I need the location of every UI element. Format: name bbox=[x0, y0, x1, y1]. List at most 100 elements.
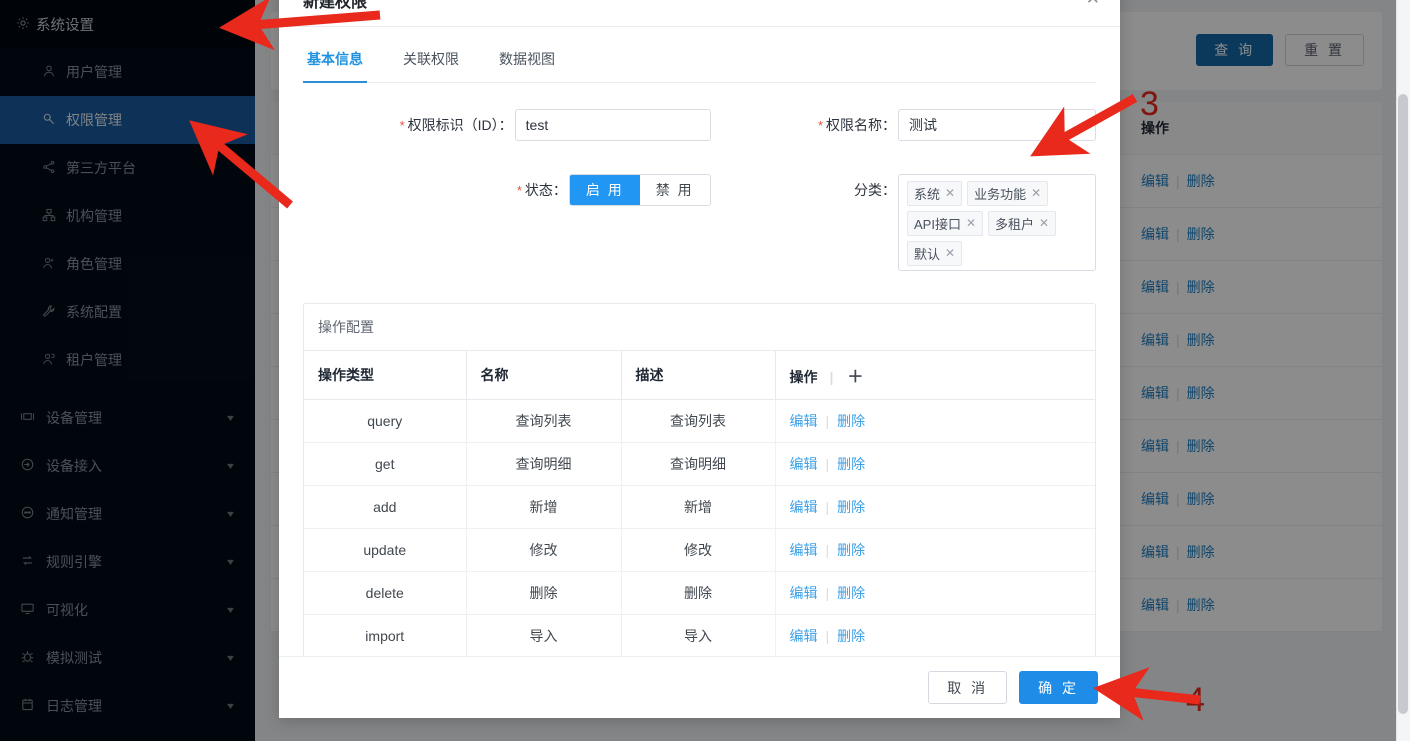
cell-actions: 编辑 | 删除 bbox=[775, 485, 1095, 528]
permission-id-input[interactable] bbox=[515, 109, 711, 141]
close-icon[interactable]: ✕ bbox=[1086, 0, 1100, 7]
cell-description: 查询明细 bbox=[621, 442, 775, 485]
status-label-text: 状态： bbox=[525, 182, 567, 198]
category-tag[interactable]: 默认 ✕ bbox=[907, 241, 962, 266]
row-edit-link[interactable]: 编辑 bbox=[790, 542, 818, 558]
cell-name: 修改 bbox=[466, 528, 621, 571]
permission-name-label: *权限名称： bbox=[818, 109, 896, 142]
row-action-separator: | bbox=[826, 628, 830, 644]
row-action-separator: | bbox=[826, 499, 830, 515]
tag-remove-icon[interactable]: ✕ bbox=[945, 246, 955, 260]
tab-data-view[interactable]: 数据视图 bbox=[495, 41, 559, 83]
page-scrollbar-thumb[interactable] bbox=[1398, 94, 1408, 714]
row-edit-link[interactable]: 编辑 bbox=[790, 628, 818, 644]
cell-description: 删除 bbox=[621, 571, 775, 614]
status-segmented-control: 启 用 禁 用 bbox=[569, 174, 711, 206]
row-delete-link[interactable]: 删除 bbox=[837, 628, 865, 644]
cell-description: 新增 bbox=[621, 485, 775, 528]
category-tag-label: 默认 bbox=[914, 244, 940, 263]
category-tag[interactable]: 业务功能 ✕ bbox=[967, 181, 1048, 206]
required-mark: * bbox=[517, 183, 522, 198]
add-row-icon[interactable]: ＋ bbox=[847, 369, 863, 386]
permission-name-label-text: 权限名称： bbox=[826, 117, 896, 133]
row-action-separator: | bbox=[826, 542, 830, 558]
cell-name: 新增 bbox=[466, 485, 621, 528]
cancel-button[interactable]: 取 消 bbox=[928, 671, 1007, 704]
tag-remove-icon[interactable]: ✕ bbox=[945, 186, 955, 200]
dialog-header: 新建权限 ✕ bbox=[279, 0, 1120, 26]
cell-description: 查询列表 bbox=[621, 399, 775, 442]
cell-name: 查询明细 bbox=[466, 442, 621, 485]
create-permission-dialog: 新建权限 ✕ 基本信息 关联权限 数据视图 *权限标识（ID）： bbox=[279, 0, 1120, 718]
category-tag-label: API接口 bbox=[914, 214, 961, 233]
row-action-separator: | bbox=[826, 413, 830, 429]
dialog-footer: 取 消 确 定 bbox=[279, 656, 1120, 718]
cell-operation-type: query bbox=[304, 399, 466, 442]
row-delete-link[interactable]: 删除 bbox=[837, 456, 865, 472]
table-row: query查询列表查询列表编辑|删除 bbox=[304, 399, 1095, 442]
operation-config-panel: 操作配置 操作类型 名称 描述 操作|＋ query查询列表查询列表编辑|删除g… bbox=[303, 303, 1096, 656]
field-category: 分类： 系统✕业务功能✕API接口✕多租户✕默认✕ bbox=[854, 174, 1096, 271]
operation-table-body: query查询列表查询列表编辑|删除get查询明细查询明细编辑|删除add新增新… bbox=[304, 399, 1095, 656]
operation-config-table: 操作类型 名称 描述 操作|＋ query查询列表查询列表编辑|删除get查询明… bbox=[304, 351, 1095, 656]
cell-name: 删除 bbox=[466, 571, 621, 614]
category-tag[interactable]: 多租户✕ bbox=[988, 211, 1056, 236]
field-permission-name: *权限名称： bbox=[818, 109, 1096, 142]
cell-actions: 编辑|删除 bbox=[775, 442, 1095, 485]
cell-operation-type: update bbox=[304, 528, 466, 571]
cell-name: 导入 bbox=[466, 614, 621, 656]
permission-name-input[interactable] bbox=[898, 109, 1096, 141]
row-edit-link[interactable]: 编辑 bbox=[790, 413, 818, 429]
status-enable-button[interactable]: 启 用 bbox=[570, 175, 640, 205]
cell-description: 导入 bbox=[621, 614, 775, 656]
cell-actions: 编辑 | 删除 bbox=[775, 614, 1095, 656]
cell-operation-type: delete bbox=[304, 571, 466, 614]
operation-config-title: 操作配置 bbox=[304, 304, 1095, 351]
dialog-tabs: 基本信息 关联权限 数据视图 bbox=[303, 27, 1096, 83]
operation-table-header-row: 操作类型 名称 描述 操作|＋ bbox=[304, 351, 1095, 400]
table-row: delete删除删除编辑|删除 bbox=[304, 571, 1095, 614]
dialog-title: 新建权限 bbox=[303, 0, 367, 12]
row-delete-link[interactable]: 删除 bbox=[837, 499, 865, 515]
row-edit-link[interactable]: 编辑 bbox=[790, 499, 818, 515]
page-scrollbar-track[interactable] bbox=[1396, 0, 1410, 741]
status-disable-button[interactable]: 禁 用 bbox=[640, 175, 710, 205]
cell-name: 查询列表 bbox=[466, 399, 621, 442]
cell-actions: 编辑 | 删除 bbox=[775, 571, 1095, 614]
tag-remove-icon[interactable]: ✕ bbox=[966, 216, 976, 230]
table-row: update修改修改编辑|删除 bbox=[304, 528, 1095, 571]
table-row: add新增新增编辑|删除 bbox=[304, 485, 1095, 528]
row-delete-link[interactable]: 删除 bbox=[837, 585, 865, 601]
status-label: *状态： bbox=[517, 174, 567, 207]
row-action-separator: | bbox=[826, 585, 830, 601]
column-action-label: 操作 bbox=[790, 369, 818, 385]
column-action: 操作 | ＋ bbox=[775, 351, 1095, 400]
cell-operation-type: get bbox=[304, 442, 466, 485]
tab-basic-info[interactable]: 基本信息 bbox=[303, 41, 367, 83]
category-tag-label: 业务功能 bbox=[974, 184, 1026, 203]
row-delete-link[interactable]: 删除 bbox=[837, 413, 865, 429]
tab-related-permissions[interactable]: 关联权限 bbox=[399, 41, 463, 83]
permission-id-label-text: 权限标识（ID）： bbox=[408, 117, 513, 133]
category-tag[interactable]: API接口 ✕ bbox=[907, 211, 983, 236]
category-tag-label: 系统 bbox=[914, 184, 940, 203]
row-delete-link[interactable]: 删除 bbox=[837, 542, 865, 558]
field-status: *状态： 启 用 禁 用 bbox=[517, 174, 711, 271]
cell-description: 修改 bbox=[621, 528, 775, 571]
category-tag-input[interactable]: 系统✕业务功能✕API接口✕多租户✕默认✕ bbox=[898, 174, 1096, 271]
category-tag[interactable]: 系统 ✕ bbox=[907, 181, 962, 206]
row-edit-link[interactable]: 编辑 bbox=[790, 456, 818, 472]
permission-id-label: *权限标识（ID）： bbox=[400, 109, 513, 142]
cell-actions: 编辑 | 删除 bbox=[775, 528, 1095, 571]
field-permission-id: *权限标识（ID）： bbox=[400, 109, 711, 142]
tag-remove-icon[interactable]: ✕ bbox=[1039, 216, 1049, 230]
tag-remove-icon[interactable]: ✕ bbox=[1031, 186, 1041, 200]
row-edit-link[interactable]: 编辑 bbox=[790, 585, 818, 601]
column-name: 名称 bbox=[466, 351, 621, 400]
category-label: 分类： bbox=[854, 174, 896, 206]
confirm-button[interactable]: 确 定 bbox=[1019, 671, 1098, 704]
required-mark: * bbox=[400, 118, 405, 133]
header-separator: | bbox=[830, 369, 834, 385]
form-row-status-category: *状态： 启 用 禁 用 分类： 系统✕业务功能✕API接口✕多租户✕默认✕ bbox=[303, 174, 1096, 271]
column-operation-type: 操作类型 bbox=[304, 351, 466, 400]
